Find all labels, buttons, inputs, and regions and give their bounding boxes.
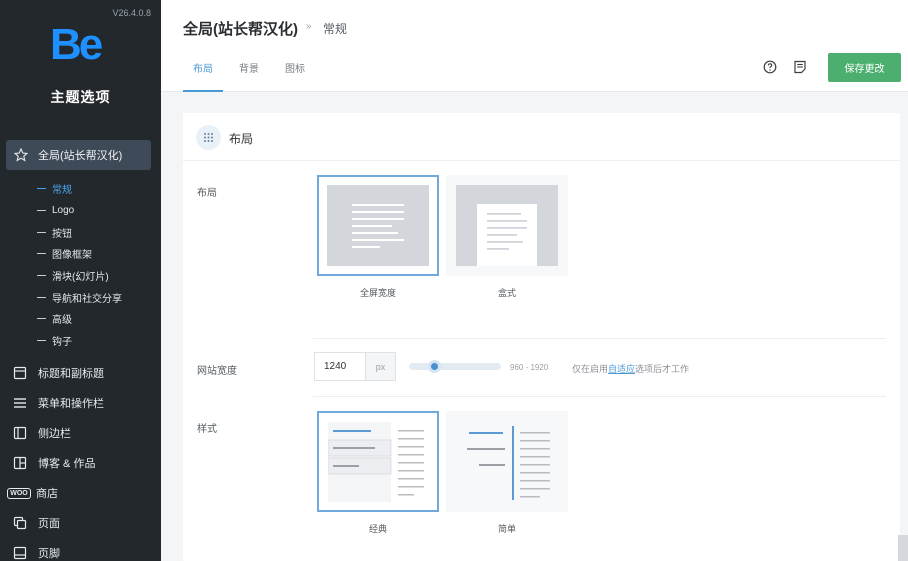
style-option-simple-label: 简单 — [497, 524, 516, 534]
layout-option-boxed-label: 盒式 — [497, 288, 516, 298]
footer-icon — [12, 545, 28, 561]
sidebar-nav: 标题和副标题 菜单和操作栏 侧边栏 博客 & 作品 WOO 商店 页面 页脚 — [0, 358, 161, 561]
scrollbar[interactable] — [898, 535, 908, 561]
sidebar-item-footer[interactable]: 页脚 — [0, 538, 161, 561]
style-option-classic-label: 经典 — [368, 524, 387, 534]
subnav-item-sliders[interactable]: 滑块(幻灯片) — [37, 265, 122, 287]
sidebar-subnav: 常规 Logo 按钮 图像框架 滑块(幻灯片) 导航和社交分享 高级 钩子 — [37, 178, 122, 352]
tab-background[interactable]: 背景 — [239, 52, 269, 92]
subnav-item-buttons[interactable]: 按钮 — [37, 221, 122, 243]
layout-panel: 布局 布局 全屏宽度 盒式 网站宽度 1240 px 960 - 1920 仅在… — [183, 113, 900, 561]
svg-text:Be: Be — [50, 22, 102, 66]
style-option-classic[interactable] — [317, 411, 439, 512]
page-header: 全局(站长帮汉化) » 常规 布局 背景 图标 保存更改 — [161, 0, 908, 92]
header-icon — [12, 365, 28, 381]
sidebar-item-header[interactable]: 标题和副标题 — [0, 358, 161, 388]
sidebar: V26.4.0.8 Be 主题选项 全局(站长帮汉化) 常规 Logo 按钮 图… — [0, 0, 161, 561]
site-width-slider-track[interactable] — [409, 363, 501, 370]
breadcrumb-current: 常规 — [323, 22, 348, 36]
layout-option-boxed[interactable] — [446, 175, 568, 276]
version-label: V26.4.0.8 — [112, 8, 151, 18]
sidebar-item-menu[interactable]: 菜单和操作栏 — [0, 388, 161, 418]
sidebar-item-sidebar[interactable]: 侧边栏 — [0, 418, 161, 448]
sidebar-item-pages[interactable]: 页面 — [0, 508, 161, 538]
grid-icon — [12, 455, 28, 471]
subnav-item-logo[interactable]: Logo — [37, 200, 122, 222]
subnav-item-general[interactable]: 常规 — [37, 178, 122, 200]
menu-icon — [12, 395, 28, 411]
pages-icon — [12, 515, 28, 531]
layout-label: 布局 — [197, 188, 217, 199]
main-content: 全局(站长帮汉化) » 常规 布局 背景 图标 保存更改 布局 布局 全屏宽度 … — [161, 0, 908, 561]
style-option-simple[interactable] — [446, 411, 568, 512]
breadcrumb-separator: » — [306, 21, 312, 32]
subnav-item-navigation-share[interactable]: 导航和社交分享 — [37, 286, 122, 308]
sidebar-item-global[interactable]: 全局(站长帮汉化) — [6, 140, 151, 170]
logo: Be — [50, 20, 110, 69]
style-label: 样式 — [197, 424, 217, 435]
subnav-item-image-frames[interactable]: 图像框架 — [37, 243, 122, 265]
sidebar-item-blog-portfolio[interactable]: 博客 & 作品 — [0, 448, 161, 478]
sidebar-item-label: 全局(站长帮汉化) — [38, 150, 123, 162]
notes-icon[interactable] — [792, 59, 808, 75]
layout-option-full-width[interactable] — [317, 175, 439, 276]
woo-icon: WOO — [7, 485, 31, 501]
divider — [313, 396, 886, 397]
breadcrumb-title[interactable]: 全局(站长帮汉化) — [183, 18, 298, 39]
site-width-input[interactable] — [314, 352, 365, 381]
tab-bar: 布局 背景 图标 — [183, 52, 331, 92]
save-button[interactable]: 保存更改 — [828, 53, 901, 82]
star-icon — [14, 148, 28, 162]
tab-icons[interactable]: 图标 — [285, 52, 315, 92]
layout-option-full-width-label: 全屏宽度 — [359, 288, 396, 298]
tab-layout[interactable]: 布局 — [183, 52, 223, 92]
theme-title: 主题选项 — [50, 89, 111, 105]
site-width-slider-handle[interactable] — [428, 360, 441, 373]
site-width-range: 960 - 1920 — [510, 363, 549, 372]
subnav-item-advanced[interactable]: 高级 — [37, 308, 122, 330]
sidebar-item-shop[interactable]: WOO 商店 — [0, 478, 161, 508]
divider — [313, 338, 886, 339]
panel-header: 布局 — [183, 113, 900, 161]
panel-title: 布局 — [229, 132, 254, 146]
site-width-hint: 仅在启用自适应选项后才工作 — [572, 364, 690, 374]
be-logo-icon: Be — [50, 20, 105, 69]
full-width-preview-icon — [327, 185, 429, 266]
site-width-label: 网站宽度 — [197, 366, 237, 377]
sidebar-icon — [12, 425, 28, 441]
classic-style-preview-icon — [328, 421, 428, 502]
dots-grid-icon — [196, 125, 221, 150]
boxed-preview-icon — [456, 185, 558, 266]
responsive-link[interactable]: 自适应 — [608, 364, 635, 374]
help-icon[interactable] — [762, 59, 778, 75]
subnav-item-hooks[interactable]: 钩子 — [37, 330, 122, 352]
simple-style-preview-icon — [467, 425, 550, 500]
site-width-unit: px — [365, 352, 396, 381]
